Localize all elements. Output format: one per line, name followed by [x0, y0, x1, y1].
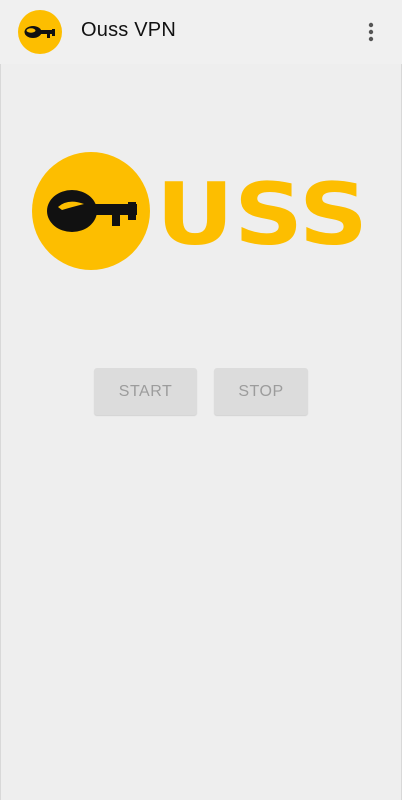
overflow-menu-button[interactable]	[356, 16, 386, 48]
more-vert-icon	[368, 22, 374, 42]
stop-button[interactable]: STOP	[214, 368, 308, 415]
ouss-logo: USS	[32, 152, 368, 270]
start-button[interactable]: START	[94, 368, 197, 415]
app-title: Ouss VPN	[81, 19, 176, 41]
key-logo-icon	[18, 10, 62, 54]
app-bar: Ouss VPN	[0, 0, 402, 64]
left-edge	[0, 0, 1, 800]
logo-wordmark: USS	[156, 165, 368, 265]
